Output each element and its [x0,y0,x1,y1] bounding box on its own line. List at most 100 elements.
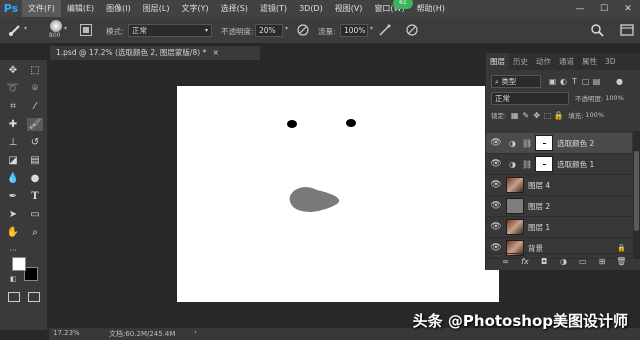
pressure-opacity-icon[interactable] [296,23,310,37]
filter-pixel-icon[interactable]: ▣ [547,76,558,87]
healing-brush-tool-icon[interactable]: ✚ [5,118,21,131]
lock-position-icon[interactable]: ✥ [531,110,542,121]
visibility-eye-icon[interactable]: 👁 [486,138,506,148]
lock-pixels-icon[interactable]: ▦ [509,110,520,121]
clone-stamp-tool-icon[interactable]: ⊥ [5,136,21,149]
lock-all-icon[interactable]: 🔒 [553,110,564,121]
filter-smart-icon[interactable]: ▤ [591,76,602,87]
tab-channels[interactable]: 通道 [555,53,578,70]
screen-mode-icon[interactable] [28,292,40,302]
menu-image[interactable]: 图像(I) [100,0,137,17]
menu-help[interactable]: 帮助(H) [411,0,451,17]
visibility-eye-icon[interactable]: 👁 [486,243,506,253]
link-layers-icon[interactable]: ∞ [500,256,511,267]
mode-select[interactable]: 正常 ▾ [128,24,212,37]
layers-scrollbar[interactable] [633,131,640,259]
opacity-input[interactable]: 20% [255,24,283,37]
minimize-button[interactable]: — [568,0,592,17]
menu-file[interactable]: 文件(F) [22,0,61,17]
menu-edit[interactable]: 编辑(E) [61,0,100,17]
lock-paint-icon[interactable]: ✎ [520,110,531,121]
close-tab-icon[interactable]: × [213,48,219,57]
menu-layer[interactable]: 图层(L) [137,0,176,17]
tab-layers[interactable]: 图层 [486,53,509,70]
search-icon[interactable] [590,23,604,37]
workspace-icon[interactable] [620,23,634,37]
chevron-down-icon[interactable]: ▾ [64,25,67,32]
blend-mode-select[interactable]: 正常 [491,91,569,105]
chevron-down-icon[interactable]: ▾ [370,25,373,32]
new-layer-icon[interactable]: ⊞ [597,256,608,267]
close-button[interactable]: ✕ [616,0,640,17]
add-mask-icon[interactable]: ◘ [539,256,550,267]
adjustment-layer-icon[interactable]: ◑ [558,256,569,267]
gradient-tool-icon[interactable]: ▤ [27,154,43,167]
tab-properties[interactable]: 属性 [578,53,601,70]
move-tool-icon[interactable]: ✥ [5,64,21,77]
tab-history[interactable]: 历史 [509,53,532,70]
airbrush-icon[interactable] [378,23,392,37]
layer-row-layer-4[interactable]: 👁 图层 4 [486,175,632,196]
foreground-color-swatch[interactable] [12,257,26,271]
layer-row-layer-1[interactable]: 👁 图层 1 [486,217,632,238]
layer-row-layer-2[interactable]: 👁 图层 2 [486,196,632,217]
lock-artboard-icon[interactable]: ⬚ [542,110,553,121]
default-colors-icon[interactable]: ◧ [10,275,17,283]
filter-adjustment-icon[interactable]: ◐ [558,76,569,87]
filter-toggle-icon[interactable]: ● [614,76,625,87]
path-select-tool-icon[interactable]: ➤ [5,208,21,221]
background-color-swatch[interactable] [24,267,38,281]
visibility-eye-icon[interactable]: 👁 [486,201,506,211]
layer-row-selective-color-1[interactable]: 👁 ◑ ⛓ 选取颜色 1 [486,154,632,175]
brush-panel-icon[interactable] [80,24,92,36]
eraser-tool-icon[interactable]: ◪ [5,154,21,167]
pen-tool-icon[interactable]: ✒ [5,190,21,203]
chevron-down-icon[interactable]: ▾ [24,25,27,32]
quick-select-tool-icon[interactable]: ⌾ [27,82,43,95]
layer-filter-select[interactable]: ⌕ 类型 [491,74,541,88]
scrollbar-thumb[interactable] [634,151,639,231]
menu-view[interactable]: 视图(V) [329,0,369,17]
layer-style-icon[interactable]: fx [519,256,530,267]
layer-mask-thumbnail[interactable] [535,156,554,172]
crop-tool-icon[interactable]: ⌗ [5,100,21,113]
menu-type[interactable]: 文字(Y) [175,0,214,17]
opacity-value[interactable]: 100% [605,94,624,102]
fill-value[interactable]: 100% [585,111,604,119]
type-tool-icon[interactable]: T [27,190,43,203]
marquee-tool-icon[interactable]: ⬚ [27,64,43,77]
dodge-tool-icon[interactable]: ● [27,172,43,185]
status-menu-arrow[interactable]: › [194,328,197,336]
visibility-eye-icon[interactable]: 👁 [486,180,506,190]
blur-tool-icon[interactable]: 💧 [5,172,21,185]
tab-3d[interactable]: 3D [601,53,620,70]
tab-actions[interactable]: 动作 [532,53,555,70]
history-brush-tool-icon[interactable]: ↺ [27,136,43,149]
flow-input[interactable]: 100% [340,24,368,37]
pressure-size-icon[interactable] [405,23,419,37]
visibility-eye-icon[interactable]: 👁 [486,159,506,169]
menu-filter[interactable]: 滤镜(T) [254,0,293,17]
zoom-level[interactable]: 17.23% [53,329,80,337]
document-canvas[interactable] [177,86,499,302]
document-tab[interactable]: 1.psd @ 17.2% (选取颜色 2, 图层蒙版/8) * × [50,46,260,60]
brush-tool-icon[interactable]: 🖌 [27,118,43,131]
brush-tool-icon[interactable] [8,23,22,37]
rectangle-tool-icon[interactable]: ▭ [27,208,43,221]
filter-shape-icon[interactable]: ▢ [580,76,591,87]
new-group-icon[interactable]: ▭ [577,256,588,267]
zoom-tool-icon[interactable]: ⌕ [27,226,43,239]
link-chain-icon[interactable]: ⛓ [522,160,532,169]
filter-type-icon[interactable]: T [569,76,580,87]
trash-icon[interactable]: 🗑 [616,256,627,267]
hand-tool-icon[interactable]: ✋ [5,226,21,239]
menu-select[interactable]: 选择(S) [215,0,254,17]
chevron-down-icon[interactable]: ▾ [285,25,288,32]
layer-mask-thumbnail[interactable] [535,135,554,151]
link-chain-icon[interactable]: ⛓ [522,139,532,148]
menu-3d[interactable]: 3D(D) [293,0,329,17]
maximize-button[interactable]: ☐ [592,0,616,17]
more-tools-icon[interactable]: ··· [5,244,21,257]
eyedropper-tool-icon[interactable]: ⁄ [27,100,43,113]
layer-row-selective-color-2[interactable]: 👁 ◑ ⛓ 选取颜色 2 [486,133,632,154]
